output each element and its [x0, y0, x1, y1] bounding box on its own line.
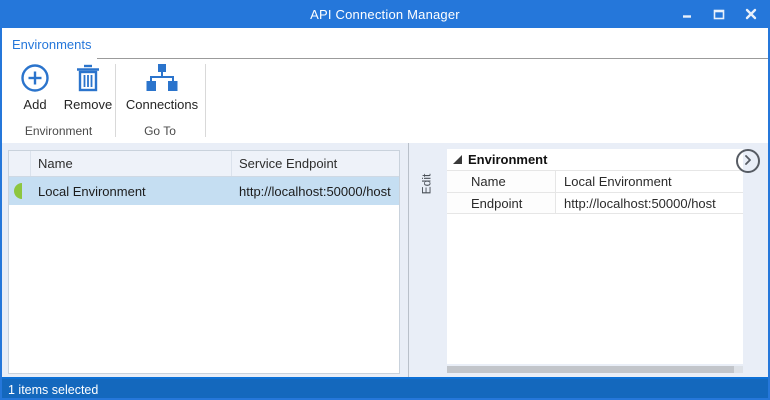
content-area: Name Service Endpoint Local Environment …	[2, 143, 768, 377]
ribbon-tab-strip: Environments	[2, 28, 768, 60]
remove-button-label: Remove	[64, 97, 112, 112]
window-title: API Connection Manager	[0, 7, 770, 22]
horizontal-scrollbar[interactable]	[447, 366, 743, 373]
edit-pane-tab-label: Edit	[419, 174, 433, 195]
connections-network-icon	[145, 62, 179, 94]
header-endpoint-column[interactable]: Service Endpoint	[232, 151, 399, 176]
close-button[interactable]	[738, 3, 764, 25]
app-window: API Connection Manager Environments	[0, 0, 770, 400]
group-label-go-to: Go To	[115, 123, 205, 139]
header-name-column[interactable]: Name	[31, 151, 232, 176]
category-label: Environment	[468, 152, 547, 167]
maximize-icon	[713, 8, 725, 20]
selected-row-indicator-icon	[14, 183, 22, 199]
environments-list: Name Service Endpoint Local Environment …	[8, 150, 400, 374]
row-endpoint-cell: http://localhost:50000/host	[232, 184, 399, 199]
minimize-button[interactable]	[674, 3, 700, 25]
close-icon	[745, 8, 757, 20]
connections-button[interactable]: Connections	[120, 62, 204, 114]
property-label: Name	[447, 171, 556, 192]
pane-expand-button[interactable]	[736, 149, 760, 173]
connections-button-label: Connections	[126, 97, 198, 112]
row-name-cell: Local Environment	[31, 184, 232, 199]
remove-button[interactable]: Remove	[60, 62, 116, 114]
add-button-label: Add	[23, 97, 46, 112]
add-button[interactable]: Add	[10, 62, 60, 114]
property-row-endpoint: Endpoint http://localhost:50000/host	[447, 192, 743, 214]
table-row[interactable]: Local Environment http://localhost:50000…	[9, 177, 399, 205]
property-value-field[interactable]: Local Environment	[556, 171, 743, 192]
property-row-name: Name Local Environment	[447, 170, 743, 192]
header-selector-column	[9, 151, 31, 176]
tab-strip-underline	[97, 58, 768, 59]
list-header: Name Service Endpoint	[9, 151, 399, 177]
status-bar: 1 items selected	[0, 377, 770, 400]
chevron-right-icon	[743, 152, 753, 170]
row-selector-cell	[9, 183, 31, 199]
selection-count-status: 1 items selected	[8, 383, 98, 397]
category-row-environment[interactable]: Environment	[447, 149, 743, 170]
scrollbar-thumb[interactable]	[447, 366, 734, 373]
tab-environments[interactable]: Environments	[2, 28, 101, 60]
ribbon-group-separator	[205, 64, 206, 137]
ribbon: Add Remove	[2, 60, 768, 143]
category-expander-icon[interactable]	[453, 151, 462, 169]
edit-pane-tab[interactable]: Edit	[413, 155, 439, 213]
add-icon	[20, 62, 50, 94]
group-label-environment: Environment	[2, 123, 115, 139]
window-controls	[674, 3, 764, 25]
minimize-icon	[681, 8, 693, 20]
maximize-button[interactable]	[706, 3, 732, 25]
remove-trash-icon	[74, 62, 102, 94]
property-grid: Environment Name Local Environment Endpo…	[447, 149, 743, 364]
property-label: Endpoint	[447, 193, 556, 213]
property-value-field[interactable]: http://localhost:50000/host	[556, 193, 743, 213]
edit-pane: Edit Environment Name Local Environment …	[408, 143, 768, 377]
title-bar: API Connection Manager	[0, 0, 770, 28]
